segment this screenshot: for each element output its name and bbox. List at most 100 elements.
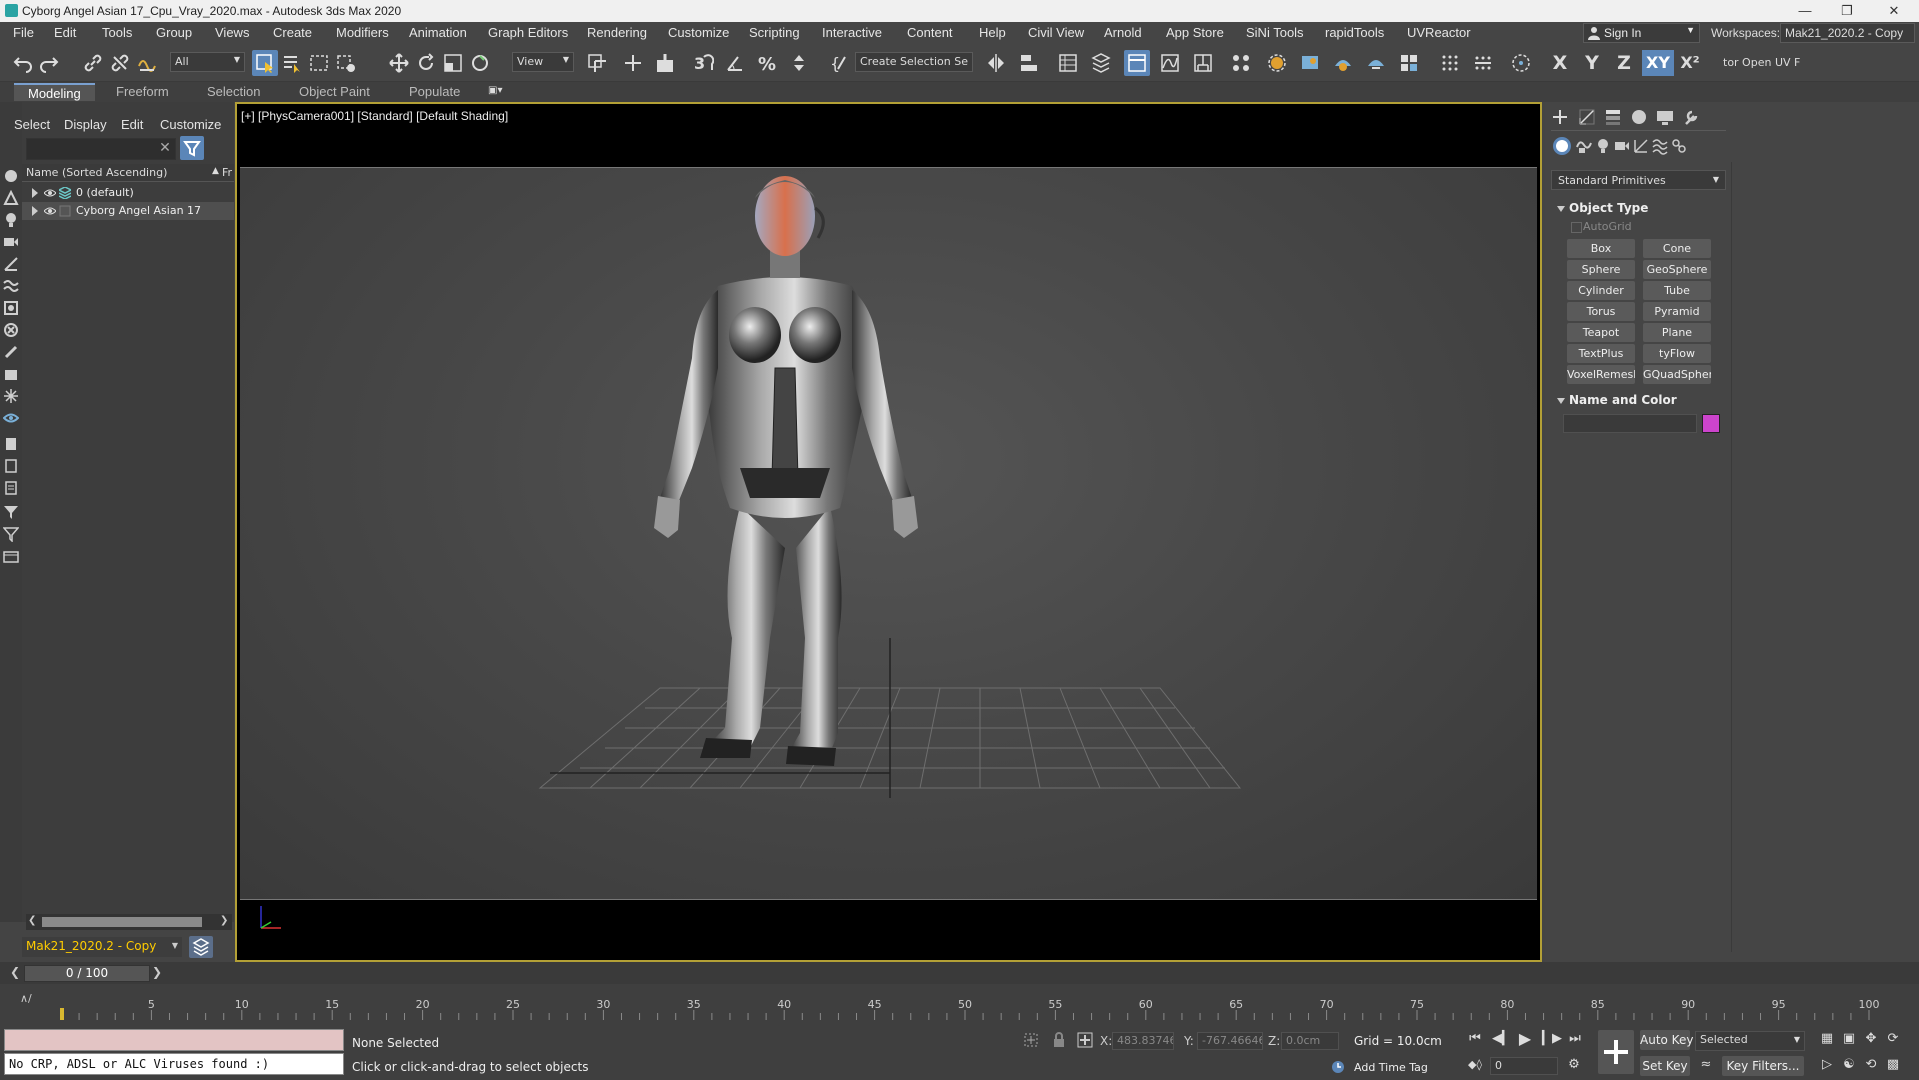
menu-graph-editors[interactable]: Graph Editors [488,25,568,40]
toggle-ribbon-icon[interactable] [1124,50,1150,76]
set-keys-big-button[interactable] [1598,1030,1634,1074]
toggle-layer-explorer-icon[interactable] [1088,50,1114,76]
time-tag-icon[interactable] [1330,1059,1346,1075]
placement-icon[interactable] [467,50,493,76]
menu-interactive[interactable]: Interactive [822,25,882,40]
scrollbar-thumb[interactable] [42,917,202,927]
menu-file[interactable]: File [13,25,34,40]
tab-object-paint[interactable]: Object Paint [285,83,384,101]
menu-edit[interactable]: Edit [54,25,76,40]
link-icon[interactable] [80,50,106,76]
orbit-view-icon[interactable]: ⟳ [1884,1030,1902,1048]
display-hidden-icon[interactable] [2,410,20,426]
zoom-extents-icon[interactable]: ▦ [1818,1030,1836,1048]
undo-button[interactable] [10,50,36,76]
voxelremesh-button[interactable]: VoxelRemesh [1567,365,1635,384]
goto-end-icon[interactable]: ⏭ [1566,1030,1584,1048]
open-mini-curve-editor-icon[interactable]: ∧/ [20,992,32,1005]
visibility-eye-icon[interactable] [43,187,57,199]
selection-lock-icon[interactable] [1050,1031,1068,1049]
lights-category-icon[interactable] [1594,137,1612,155]
scroll-left-icon[interactable]: ❮ [28,915,36,926]
curve-editor-icon[interactable] [1157,50,1183,76]
edit-named-selection-icon[interactable]: { [826,50,852,76]
display-spacewarps-icon[interactable] [3,278,19,294]
toggle-scene-explorer-icon[interactable] [1055,50,1081,76]
expand-arrow-icon[interactable] [32,206,38,216]
play-icon[interactable]: ▶ [1516,1030,1534,1048]
menu-rendering[interactable]: Rendering [587,25,647,40]
scene-item-default-layer[interactable]: 0 (default) [22,184,234,202]
object-name-input[interactable] [1563,414,1697,433]
box-button[interactable]: Box [1567,239,1635,258]
time-configuration-icon[interactable]: ⚙ [1565,1056,1583,1074]
menu-uvreactor[interactable]: UVReactor [1407,25,1471,40]
z-coordinate-field[interactable]: 0.0cm [1281,1032,1339,1050]
snaps-toggle-icon[interactable]: 3 [690,50,716,76]
tube-button[interactable]: Tube [1643,281,1711,300]
close-icon[interactable]: ✕ [1879,2,1909,20]
render-setup-icon[interactable] [1264,50,1290,76]
menu-arnold[interactable]: Arnold [1104,25,1142,40]
systems-category-icon[interactable] [1670,137,1688,155]
move-icon[interactable] [386,50,412,76]
workspace-dropdown[interactable]: Mak21_2020.2 - Copy [1780,23,1915,43]
isolate-selection-icon[interactable] [1022,1031,1040,1049]
clear-search-icon[interactable]: ✕ [156,140,174,158]
axis-x-button[interactable]: X [1546,50,1574,76]
pivot-center-icon[interactable] [584,50,610,76]
render-in-cloud-icon[interactable] [1396,50,1422,76]
scene-column-header[interactable]: Name (Sorted Ascending) ▲ Fr [22,164,234,182]
scene-menu-customize[interactable]: Customize [160,117,221,132]
pyramid-button[interactable]: Pyramid [1643,302,1711,321]
render-production-icon[interactable] [1330,50,1356,76]
autogrid-checkbox[interactable]: AutoGrid [1571,220,1632,233]
set-key-button[interactable]: Set Key [1640,1056,1690,1076]
scene-item-cyborg-angel[interactable]: Cyborg Angel Asian 17 [22,202,234,220]
time-slider[interactable]: 0 / 100 [24,965,150,982]
menu-app-store[interactable]: App Store [1166,25,1224,40]
restore-icon[interactable]: ❐ [1832,2,1862,20]
plane-button[interactable]: Plane [1643,323,1711,342]
filter-icon[interactable] [3,504,19,520]
display-geometry-icon[interactable] [3,168,19,184]
layer-explorer-button[interactable] [189,936,213,958]
scene-menu-display[interactable]: Display [64,117,107,132]
render-iterative-icon[interactable] [1363,50,1389,76]
menu-modifiers[interactable]: Modifiers [336,25,389,40]
expand-arrow-icon[interactable] [32,188,38,198]
space-warps-category-icon[interactable] [1651,137,1669,155]
scene-horizontal-scrollbar[interactable]: ❮ ❯ [26,914,232,930]
previous-key-icon[interactable]: ◀▎ [1492,1030,1512,1048]
cameras-category-icon[interactable] [1613,137,1631,155]
sign-in-dropdown[interactable]: Sign In ▼ [1583,23,1700,43]
maxscript-listener-input[interactable] [4,1029,344,1051]
cylinder-button[interactable]: Cylinder [1567,281,1635,300]
align-distribute-icon[interactable] [1470,50,1496,76]
object-color-swatch[interactable] [1702,414,1720,433]
tab-populate[interactable]: Populate [395,83,474,101]
maximize-viewport-icon[interactable]: ▩ [1884,1056,1902,1074]
bind-space-warp-icon[interactable] [134,50,160,76]
material-editor-icon[interactable] [1228,50,1254,76]
explorer-options-icon[interactable] [3,548,19,564]
visibility-eye-icon[interactable] [43,205,57,217]
filter-icon[interactable] [180,136,204,160]
rendered-frame-window-icon[interactable] [1297,50,1323,76]
ribbon-options-icon[interactable]: ▣▾ [488,85,510,99]
menu-content[interactable]: Content [907,25,953,40]
open-uv-editor-button[interactable]: tor Open UV F [1723,56,1800,69]
scene-menu-select[interactable]: Select [14,117,50,132]
window-crossing-icon[interactable] [333,50,359,76]
hierarchy-tab-icon[interactable] [1604,108,1622,126]
percent-snap-icon[interactable]: % [754,50,780,76]
menu-civil-view[interactable]: Civil View [1028,25,1084,40]
rectangular-selection-icon[interactable] [306,50,332,76]
select-object-button[interactable] [252,50,278,76]
display-xrefs-icon[interactable] [3,322,19,338]
menu-scripting[interactable]: Scripting [749,25,800,40]
display-invert-icon[interactable] [3,480,19,496]
snap-grid-icon[interactable] [1437,50,1463,76]
object-category-dropdown[interactable]: Standard Primitives ▼ [1551,170,1726,190]
schematic-view-icon[interactable] [1190,50,1216,76]
